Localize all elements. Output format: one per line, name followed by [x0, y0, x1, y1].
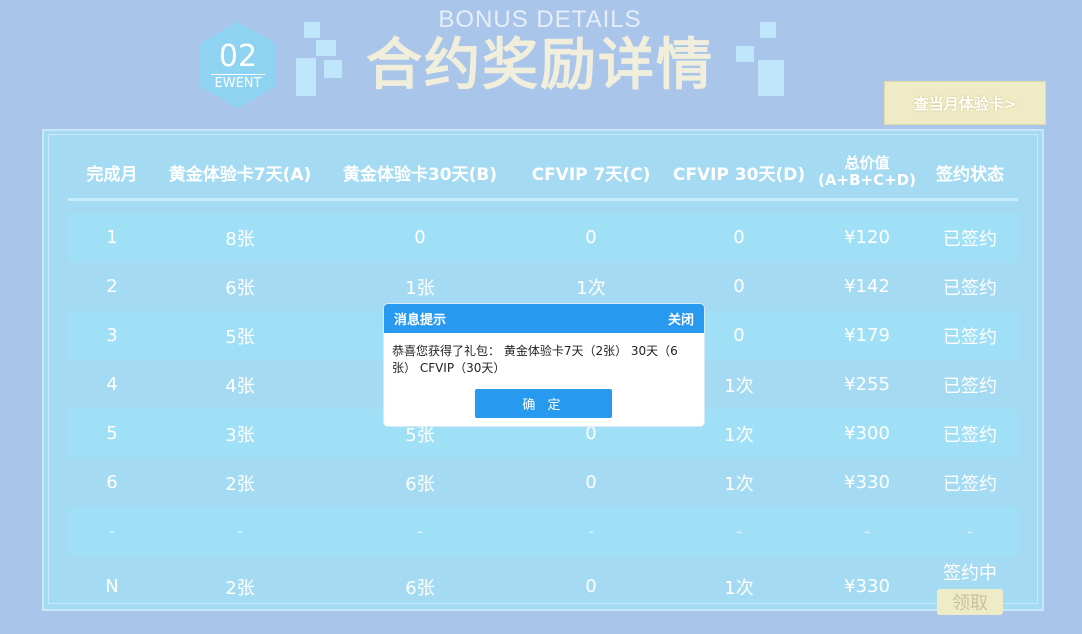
cell-status: - [967, 522, 973, 541]
header-divider [68, 198, 1018, 201]
dialog-close-button[interactable]: 关闭 [668, 309, 694, 328]
col-gold-30d: 黄金体验卡30天(B) [342, 164, 498, 185]
cell-month: - [109, 522, 115, 541]
cell-total: ¥120 [844, 227, 890, 248]
cell-c: 0 [585, 227, 597, 248]
cell-status: 已签约 [943, 326, 997, 348]
col-month: 完成月 [86, 164, 138, 185]
cell-a: - [237, 522, 243, 541]
col-status: 签约状态 [936, 164, 1004, 185]
cell-total: - [864, 522, 870, 541]
claim-button[interactable]: 领取 [937, 588, 1003, 615]
cell-month: 4 [106, 374, 118, 395]
cell-status: 已签约 [943, 228, 997, 250]
pixel-decoration [324, 60, 342, 78]
pixel-decoration [304, 22, 320, 38]
table-row: 1 8张 0 0 0 ¥120 已签约 [68, 213, 1018, 262]
cell-b: 6张 [405, 577, 435, 599]
cell-total: ¥330 [844, 576, 890, 597]
col-total: 总价值 (A+B+C+D) [812, 148, 922, 196]
cell-b: 0 [414, 227, 426, 248]
table-row: 6 2张 6张 0 1次 ¥330 已签约 [68, 458, 1018, 507]
col-cfvip-30d: CFVIP 30天(D) [672, 164, 806, 185]
col-total-label: 总价值 [844, 154, 890, 172]
cell-a: 3张 [225, 424, 255, 446]
dialog-confirm-button[interactable]: 确 定 [475, 389, 612, 418]
cell-total: ¥255 [844, 374, 890, 395]
status-text: 签约中 [943, 562, 997, 584]
cell-a: 6张 [225, 277, 255, 299]
cell-b: 6张 [405, 473, 435, 495]
cell-total: ¥179 [844, 325, 890, 346]
cell-total: ¥300 [844, 423, 890, 444]
cell-month: N [105, 576, 119, 597]
cell-month: 3 [106, 325, 118, 346]
pixel-decoration [316, 40, 336, 56]
cell-month: 5 [106, 423, 118, 444]
pixel-decoration [296, 58, 316, 96]
message-dialog: 消息提示 关闭 恭喜您获得了礼包： 黄金体验卡7天（2张） 30天（6张） CF… [384, 304, 704, 426]
pixel-decoration [736, 46, 754, 62]
cell-d: - [736, 522, 742, 541]
badge-number: 02 [218, 39, 258, 74]
col-cfvip-7d: CFVIP 7天(C) [531, 164, 651, 185]
dialog-header: 消息提示 关闭 [384, 304, 704, 333]
cell-total: ¥330 [844, 472, 890, 493]
table-header: 完成月 黄金体验卡7天(A) 黄金体验卡30天(B) CFVIP 7天(C) C… [68, 148, 1018, 196]
page-title: 合约奖励详情 [366, 33, 714, 98]
pixel-decoration [760, 22, 776, 38]
cell-status: 已签约 [943, 277, 997, 299]
cell-d: 1次 [724, 473, 754, 495]
cell-c: - [588, 522, 594, 541]
cell-a: 8张 [225, 228, 255, 250]
cell-status: 已签约 [943, 424, 997, 446]
cell-b: - [417, 522, 423, 541]
cell-a: 4张 [225, 375, 255, 397]
table-row: ------- [68, 507, 1018, 556]
badge-label: EWENT [211, 74, 265, 91]
col-total-formula: (A+B+C+D) [818, 171, 916, 189]
view-monthly-card-button[interactable]: 查当月体验卡> [884, 81, 1046, 125]
cell-month: 2 [106, 276, 118, 297]
cell-status: 签约中 领取 [922, 562, 1018, 615]
cell-month: 1 [106, 227, 118, 248]
cell-d: 0 [733, 227, 745, 248]
cell-a: 2张 [225, 473, 255, 495]
event-badge: 02 EWENT [200, 22, 276, 108]
cell-total: ¥142 [844, 276, 890, 297]
cell-status: 已签约 [943, 375, 997, 397]
pixel-decoration [758, 60, 784, 96]
cell-c: 0 [585, 472, 597, 493]
dialog-message: 恭喜您获得了礼包： 黄金体验卡7天（2张） 30天（6张） CFVIP（30天） [392, 344, 678, 375]
cell-a: 5张 [225, 326, 255, 348]
cell-status: 已签约 [943, 473, 997, 495]
cell-month: 6 [106, 472, 118, 493]
table-row: N 2张 6张 0 1次 ¥330 签约中领取 [68, 562, 1018, 615]
cell-c: 0 [585, 576, 597, 597]
dialog-title: 消息提示 [394, 313, 447, 328]
cell-d: 1次 [724, 577, 754, 599]
cell-a: 2张 [225, 577, 255, 599]
col-gold-7d: 黄金体验卡7天(A) [168, 164, 312, 185]
